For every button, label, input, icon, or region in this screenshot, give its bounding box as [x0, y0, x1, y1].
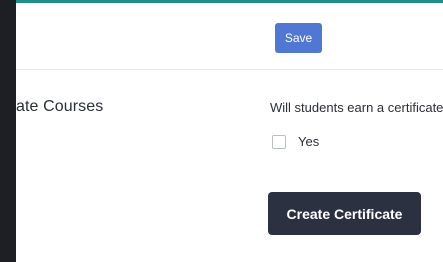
yes-checkbox-option[interactable]: Yes: [272, 134, 319, 149]
yes-checkbox-label[interactable]: Yes: [298, 134, 319, 149]
save-button[interactable]: Save: [275, 23, 322, 53]
page-header: Save: [16, 3, 443, 70]
yes-checkbox[interactable]: [272, 134, 286, 149]
left-sidebar-rail: [0, 0, 16, 262]
app-window: Save ate Courses Will students earn a ce…: [0, 0, 443, 262]
page-title: ate Courses: [16, 98, 104, 115]
create-certificate-button[interactable]: Create Certificate: [268, 192, 421, 235]
certificate-question-label: Will students earn a certificate: [270, 100, 443, 115]
